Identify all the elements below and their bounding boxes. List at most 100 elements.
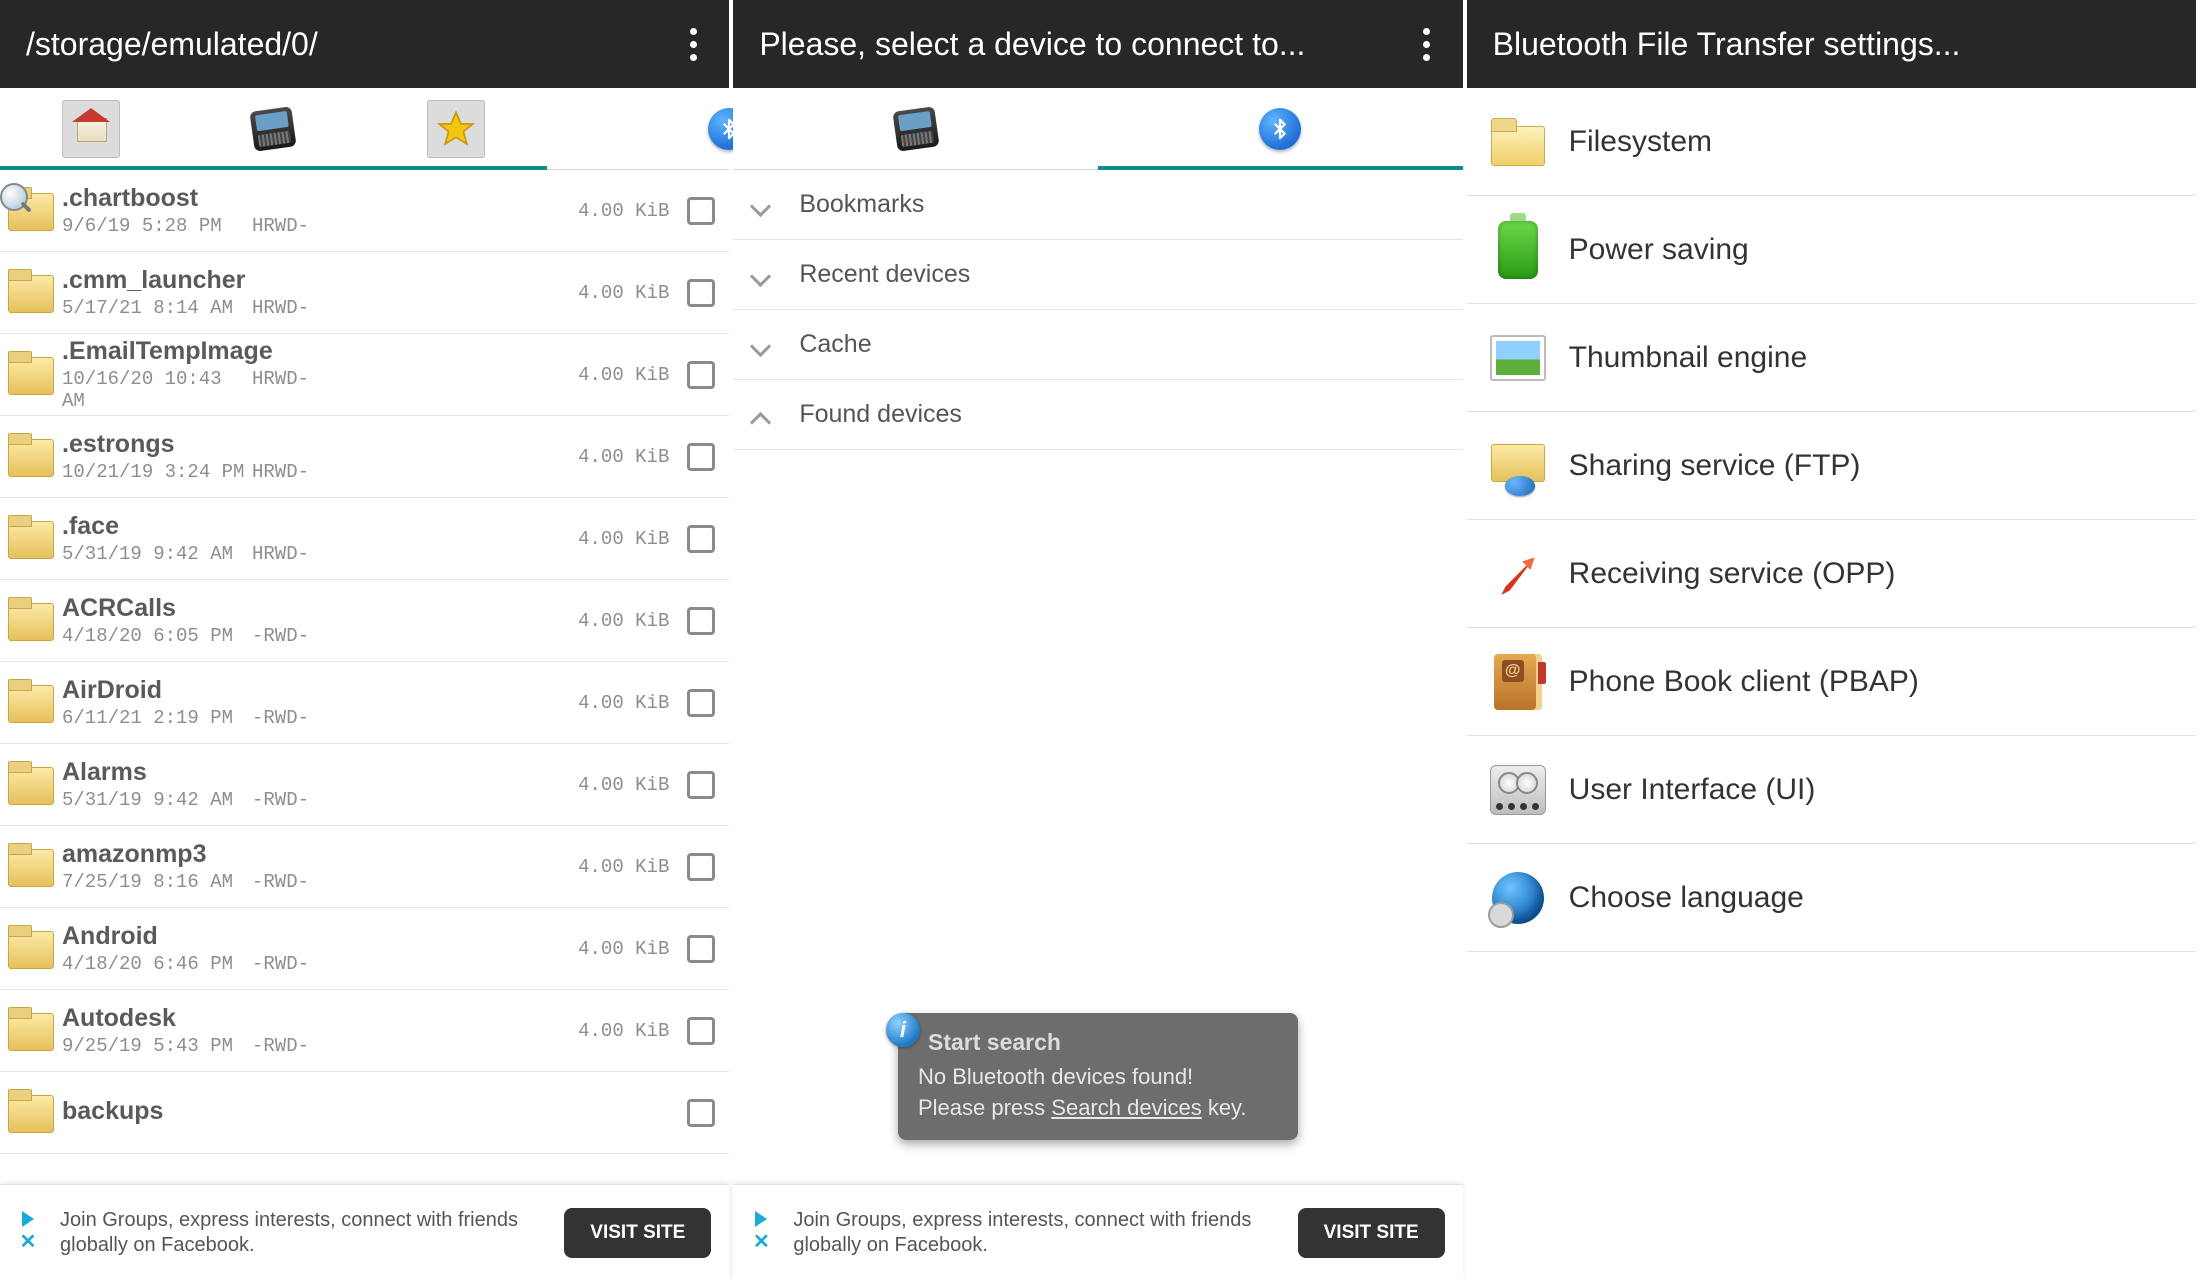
- setting-user-interface-ui-[interactable]: User Interface (UI): [1467, 736, 2196, 844]
- file-checkbox[interactable]: [687, 853, 715, 881]
- file-checkbox[interactable]: [687, 197, 715, 225]
- folder-icon: [6, 679, 58, 727]
- tabbar: [0, 88, 729, 170]
- tab-device[interactable]: [182, 88, 364, 169]
- file-name: Android: [62, 922, 470, 951]
- file-size: 4.00 KiB: [470, 938, 687, 960]
- file-list[interactable]: .chartboost9/6/19 5:28 PMHRWD-4.00 KiB.c…: [0, 170, 729, 1280]
- tab-favorites[interactable]: [365, 88, 547, 169]
- chevron-down-icon: [747, 261, 775, 289]
- file-date: 7/25/19 8:16 AM: [62, 871, 252, 893]
- star-icon: [436, 109, 476, 149]
- tab-bluetooth[interactable]: [1098, 88, 1463, 169]
- titlebar: Please, select a device to connect to...: [733, 0, 1462, 88]
- home-icon: [72, 110, 110, 148]
- file-row[interactable]: backups: [0, 1072, 729, 1154]
- setting-label: Receiving service (OPP): [1569, 557, 1896, 591]
- folder-icon: [6, 351, 58, 399]
- file-name: Autodesk: [62, 1004, 470, 1033]
- file-date: 10/16/20 10:43 AM: [62, 368, 252, 412]
- arrow-icon: [1487, 543, 1549, 605]
- thumb-icon: [1487, 327, 1549, 389]
- file-row[interactable]: .EmailTempImage10/16/20 10:43 AMHRWD-4.0…: [0, 334, 729, 416]
- section-found-devices[interactable]: Found devices: [733, 380, 1462, 450]
- file-size: 4.00 KiB: [470, 364, 687, 386]
- file-row[interactable]: Autodesk9/25/19 5:43 PM-RWD-4.00 KiB: [0, 990, 729, 1072]
- share-icon: [1487, 435, 1549, 497]
- file-perm: HRWD-: [252, 368, 362, 412]
- file-size: 4.00 KiB: [470, 282, 687, 304]
- folder-icon: [1487, 111, 1549, 173]
- ad-cta-button[interactable]: VISIT SITE: [1298, 1208, 1445, 1258]
- setting-phone-book-client-pbap-[interactable]: Phone Book client (PBAP): [1467, 628, 2196, 736]
- bluetooth-icon: [1259, 108, 1301, 150]
- path-title: /storage/emulated/0/: [26, 26, 679, 63]
- ad-banner[interactable]: ✕ Join Groups, express interests, connec…: [733, 1184, 1462, 1280]
- file-row[interactable]: Alarms5/31/19 9:42 AM-RWD-4.00 KiB: [0, 744, 729, 826]
- search-devices-link[interactable]: Search devices: [1051, 1095, 1201, 1120]
- tab-home[interactable]: [0, 88, 182, 169]
- ad-banner[interactable]: ✕ Join Groups, express interests, connec…: [0, 1184, 729, 1280]
- folder-icon: [6, 1007, 58, 1055]
- setting-choose-language[interactable]: Choose language: [1467, 844, 2196, 952]
- file-row[interactable]: .cmm_launcher5/17/21 8:14 AMHRWD-4.00 Ki…: [0, 252, 729, 334]
- ad-text: Join Groups, express interests, connect …: [783, 1208, 1297, 1258]
- section-label: Recent devices: [799, 260, 970, 289]
- file-date: 5/31/19 9:42 AM: [62, 543, 252, 565]
- folder-icon: [6, 1089, 58, 1137]
- setting-power-saving[interactable]: Power saving: [1467, 196, 2196, 304]
- section-recent-devices[interactable]: Recent devices: [733, 240, 1462, 310]
- file-checkbox[interactable]: [687, 361, 715, 389]
- file-checkbox[interactable]: [687, 443, 715, 471]
- adchoices-icon[interactable]: ✕: [739, 1211, 783, 1254]
- file-name: backups: [62, 1097, 516, 1126]
- file-name: .cmm_launcher: [62, 266, 470, 295]
- file-size: 4.00 KiB: [470, 528, 687, 550]
- file-checkbox[interactable]: [687, 279, 715, 307]
- file-checkbox[interactable]: [687, 1099, 715, 1127]
- section-cache[interactable]: Cache: [733, 310, 1462, 380]
- overflow-menu-icon[interactable]: [1413, 24, 1441, 64]
- file-row[interactable]: .face5/31/19 9:42 AMHRWD-4.00 KiB: [0, 498, 729, 580]
- chevron-down-icon: [747, 331, 775, 359]
- file-checkbox[interactable]: [687, 771, 715, 799]
- ad-text: Join Groups, express interests, connect …: [50, 1208, 564, 1258]
- file-row[interactable]: amazonmp37/25/19 8:16 AM-RWD- 4.00 KiB: [0, 826, 729, 908]
- section-bookmarks[interactable]: Bookmarks: [733, 170, 1462, 240]
- setting-thumbnail-engine[interactable]: Thumbnail engine: [1467, 304, 2196, 412]
- setting-receiving-service-opp-[interactable]: Receiving service (OPP): [1467, 520, 2196, 628]
- file-perm: -RWD-: [252, 871, 362, 893]
- file-checkbox[interactable]: [687, 607, 715, 635]
- file-size: 4.00 KiB: [470, 774, 687, 796]
- file-perm: HRWD-: [252, 461, 362, 483]
- file-row[interactable]: .chartboost9/6/19 5:28 PMHRWD-4.00 KiB: [0, 170, 729, 252]
- file-checkbox[interactable]: [687, 525, 715, 553]
- file-row[interactable]: .estrongs10/21/19 3:24 PMHRWD-4.00 KiB: [0, 416, 729, 498]
- tab-device[interactable]: [733, 88, 1098, 169]
- chevron-up-icon: [747, 401, 775, 429]
- adchoices-icon[interactable]: ✕: [6, 1211, 50, 1254]
- file-perm: HRWD-: [252, 543, 362, 565]
- file-checkbox[interactable]: [687, 1017, 715, 1045]
- gauge-icon: [1487, 759, 1549, 821]
- file-size: 4.00 KiB: [470, 856, 687, 878]
- setting-filesystem[interactable]: Filesystem: [1467, 88, 2196, 196]
- file-name: Alarms: [62, 758, 470, 787]
- ad-cta-button[interactable]: VISIT SITE: [564, 1208, 711, 1258]
- overflow-menu-icon[interactable]: [679, 24, 707, 64]
- file-name: amazonmp3: [62, 840, 470, 869]
- file-perm: -RWD-: [252, 625, 362, 647]
- titlebar: /storage/emulated/0/: [0, 0, 729, 88]
- file-date: 10/21/19 3:24 PM: [62, 461, 252, 483]
- file-size: 4.00 KiB: [470, 446, 687, 468]
- setting-label: Choose language: [1569, 881, 1804, 915]
- file-row[interactable]: AirDroid6/11/21 2:19 PM-RWD-4.00 KiB: [0, 662, 729, 744]
- setting-label: Power saving: [1569, 233, 1749, 267]
- file-checkbox[interactable]: [687, 935, 715, 963]
- file-row[interactable]: ACRCalls4/18/20 6:05 PM-RWD-4.00 KiB: [0, 580, 729, 662]
- section-label: Cache: [799, 330, 871, 359]
- setting-sharing-service-ftp-[interactable]: Sharing service (FTP): [1467, 412, 2196, 520]
- file-row[interactable]: Android4/18/20 6:46 PM-RWD-4.00 KiB: [0, 908, 729, 990]
- file-perm: -RWD-: [252, 789, 362, 811]
- file-checkbox[interactable]: [687, 689, 715, 717]
